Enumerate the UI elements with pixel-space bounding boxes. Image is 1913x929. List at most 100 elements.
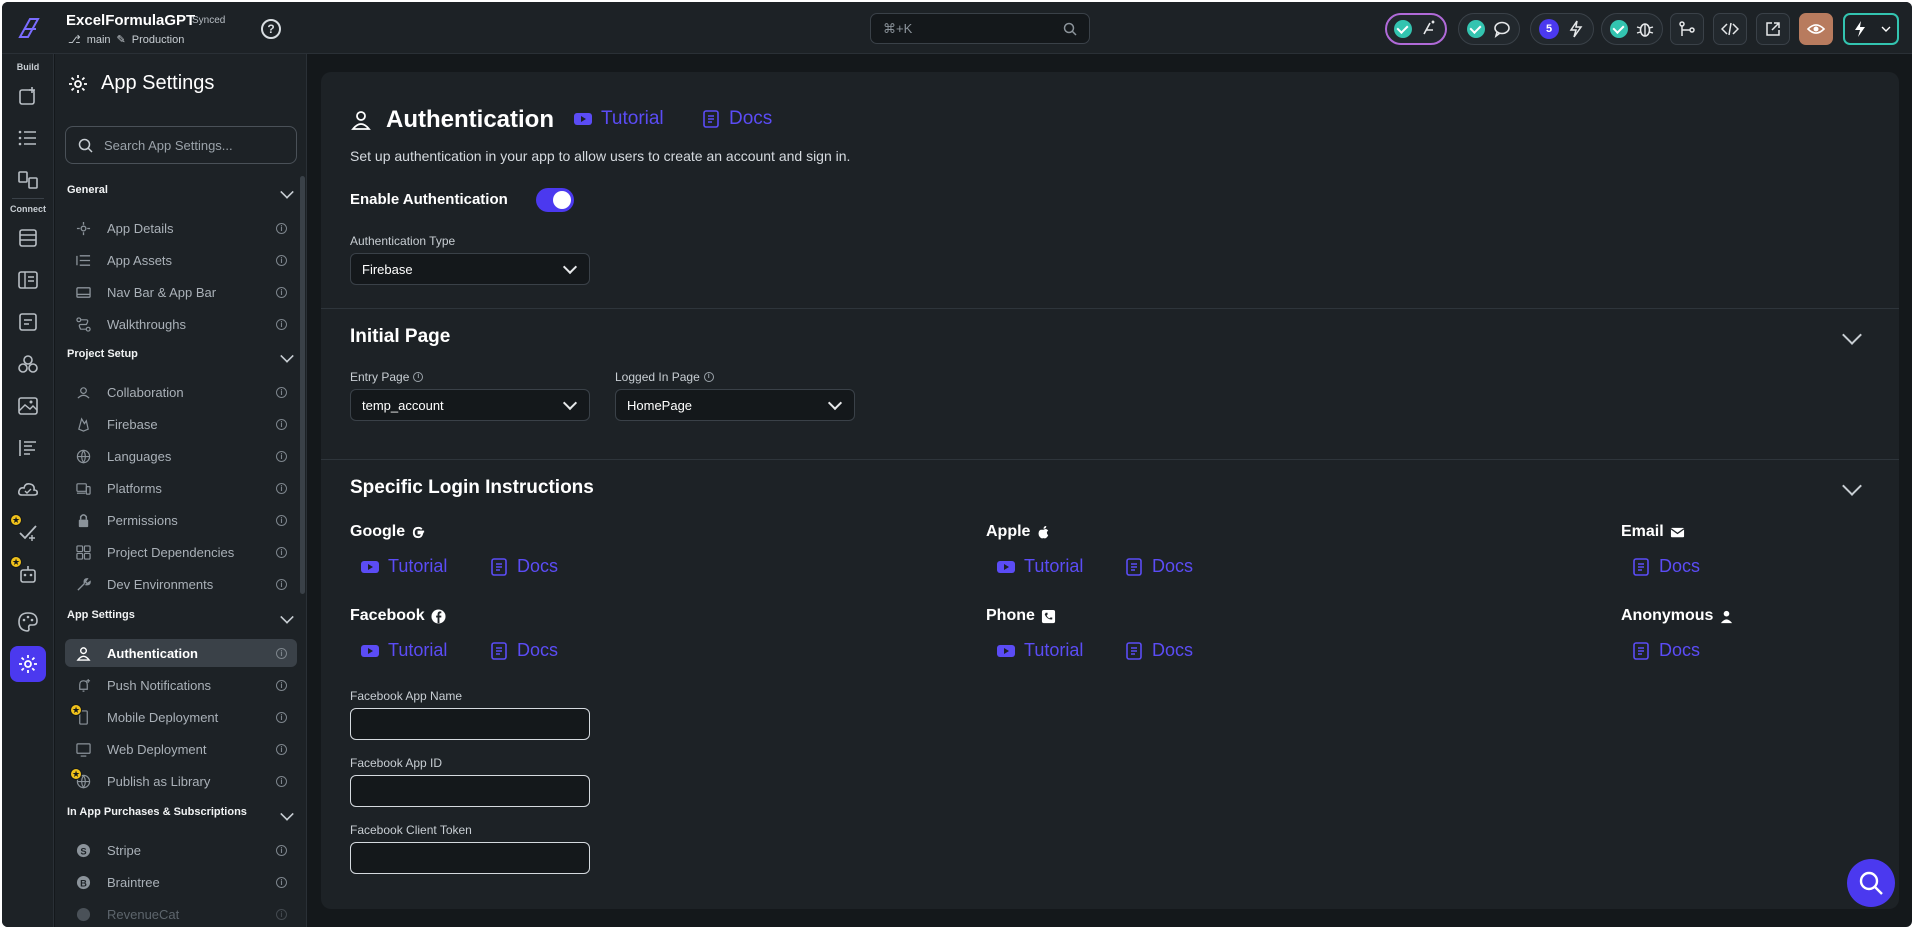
help-icon[interactable]: ? <box>261 19 281 39</box>
flutterflow-logo-icon[interactable] <box>16 15 42 41</box>
info-icon[interactable]: i <box>276 483 287 494</box>
branch-merge-button[interactable] <box>1670 13 1704 45</box>
info-icon[interactable]: i <box>276 845 287 856</box>
anonymous-docs-link[interactable]: Docs <box>1631 640 1700 661</box>
rail-agents[interactable]: ★ <box>10 556 42 588</box>
view-code-button[interactable] <box>1713 13 1747 45</box>
rail-settings[interactable] <box>10 646 46 682</box>
open-external-button[interactable] <box>1756 13 1790 45</box>
auth-type-select[interactable]: Firebase <box>350 253 590 285</box>
rail-widget-tree[interactable] <box>14 124 42 152</box>
debug-status-button[interactable] <box>1601 13 1663 45</box>
rail-add-widget[interactable] <box>14 82 42 110</box>
rail-assets[interactable] <box>14 392 42 420</box>
info-icon[interactable]: i <box>276 255 287 266</box>
entry-page-select[interactable]: temp_account <box>350 389 590 421</box>
run-button[interactable] <box>1843 13 1899 45</box>
info-icon[interactable]: i <box>276 909 287 920</box>
sidebar-scrollbar[interactable] <box>300 176 305 594</box>
nav-item-collaboration[interactable]: Collaboration i <box>65 378 297 406</box>
nav-item-walkthroughs[interactable]: Walkthroughs i <box>65 310 297 338</box>
google-docs-link[interactable]: Docs <box>489 556 558 577</box>
nav-item-stripe[interactable]: S Stripe i <box>65 836 297 864</box>
fb-app-id-input[interactable] <box>350 775 590 807</box>
settings-search-input[interactable]: Search App Settings... <box>65 126 297 164</box>
nav-item-nav-bar[interactable]: Nav Bar & App Bar i <box>65 278 297 306</box>
preview-button[interactable] <box>1799 13 1833 45</box>
login-instructions-collapse-icon[interactable] <box>1842 476 1862 496</box>
apple-tutorial-link[interactable]: Tutorial <box>996 556 1083 577</box>
info-icon[interactable]: i <box>276 515 287 526</box>
nav-item-languages[interactable]: Languages i <box>65 442 297 470</box>
info-icon[interactable]: i <box>276 451 287 462</box>
section-project-setup[interactable]: Project Setup <box>67 348 297 368</box>
info-icon[interactable]: i <box>276 419 287 430</box>
info-icon[interactable]: i <box>276 877 287 888</box>
info-icon[interactable]: i <box>276 776 287 787</box>
nav-item-publish-library[interactable]: ★ Publish as Library i <box>65 767 297 795</box>
info-icon[interactable]: i <box>276 648 287 659</box>
enable-auth-toggle[interactable] <box>536 188 574 212</box>
rail-media[interactable] <box>14 308 42 336</box>
branch-info[interactable]: ⎇ main ✎ Production <box>68 33 184 47</box>
rail-theme[interactable] <box>14 434 42 462</box>
agent-status-button[interactable] <box>1385 13 1447 45</box>
mobile-deploy-icon: ★ <box>70 704 91 725</box>
info-icon[interactable]: i <box>276 712 287 723</box>
rail-design-system[interactable] <box>14 608 42 636</box>
nav-item-web-deployment[interactable]: Web Deployment i <box>65 735 297 763</box>
nav-item-app-details[interactable]: App Details i <box>65 214 297 242</box>
nav-item-braintree[interactable]: B Braintree i <box>65 868 297 896</box>
facebook-docs-link[interactable]: Docs <box>489 640 558 661</box>
rail-storyboard[interactable] <box>14 166 42 194</box>
google-tutorial-link[interactable]: Tutorial <box>360 556 447 577</box>
nav-item-firebase[interactable]: Firebase i <box>65 410 297 438</box>
rail-app-state[interactable] <box>14 266 42 294</box>
apple-docs-link[interactable]: Docs <box>1124 556 1193 577</box>
command-search[interactable]: ⌘+K <box>870 13 1090 44</box>
auth-docs-link[interactable]: Docs <box>701 108 772 130</box>
info-icon[interactable]: i <box>276 579 287 590</box>
info-icon[interactable]: i <box>276 287 287 298</box>
issues-button[interactable]: 5 <box>1530 13 1594 45</box>
info-icon[interactable]: i <box>276 223 287 234</box>
rail-tests[interactable]: ★ <box>10 514 42 546</box>
comments-status-button[interactable] <box>1458 13 1520 45</box>
info-icon[interactable]: i <box>276 547 287 558</box>
check-icon <box>1610 20 1628 38</box>
project-name[interactable]: ExcelFormulaGPT <box>66 12 195 29</box>
section-app-settings[interactable]: App Settings <box>67 609 297 629</box>
rail-firestore[interactable] <box>14 224 42 252</box>
nav-item-push-notifications[interactable]: Push Notifications i <box>65 671 297 699</box>
facebook-tutorial-link[interactable]: Tutorial <box>360 640 447 661</box>
info-icon[interactable]: i <box>276 319 287 330</box>
nav-item-authentication[interactable]: Authentication i <box>65 639 297 667</box>
auth-tutorial-link[interactable]: Tutorial <box>573 108 664 130</box>
fb-app-name-input[interactable] <box>350 708 590 740</box>
email-docs-link[interactable]: Docs <box>1631 556 1700 577</box>
nav-item-app-assets[interactable]: App Assets i <box>65 246 297 274</box>
logged-in-page-select[interactable]: HomePage <box>615 389 855 421</box>
nav-item-platforms[interactable]: Platforms i <box>65 474 297 502</box>
nav-item-dev-environments[interactable]: Dev Environments i <box>65 570 297 598</box>
fb-client-token-input[interactable] <box>350 842 590 874</box>
phone-tutorial-link[interactable]: Tutorial <box>996 640 1083 661</box>
rail-cloud-functions[interactable] <box>14 476 42 504</box>
fb-app-name-label: Facebook App Name <box>350 689 462 703</box>
nav-item-mobile-deployment[interactable]: ★ Mobile Deployment i <box>65 703 297 731</box>
nav-item-permissions[interactable]: Permissions i <box>65 506 297 534</box>
section-general[interactable]: General <box>67 184 297 204</box>
section-in-app-purchases[interactable]: In App Purchases & Subscriptions <box>67 806 297 826</box>
floating-search-button[interactable] <box>1847 859 1895 907</box>
info-icon[interactable]: i <box>413 372 424 382</box>
info-icon[interactable]: i <box>276 744 287 755</box>
info-icon[interactable]: i <box>276 387 287 398</box>
phone-docs-link[interactable]: Docs <box>1124 640 1193 661</box>
info-icon[interactable]: i <box>276 680 287 691</box>
rail-custom-code[interactable] <box>14 350 42 378</box>
nav-item-project-dependencies[interactable]: Project Dependencies i <box>65 538 297 566</box>
palette-icon <box>18 612 38 632</box>
initial-page-collapse-icon[interactable] <box>1842 325 1862 345</box>
nav-item-revenuecat[interactable]: RevenueCat i <box>65 900 297 927</box>
info-icon[interactable]: i <box>703 372 714 382</box>
